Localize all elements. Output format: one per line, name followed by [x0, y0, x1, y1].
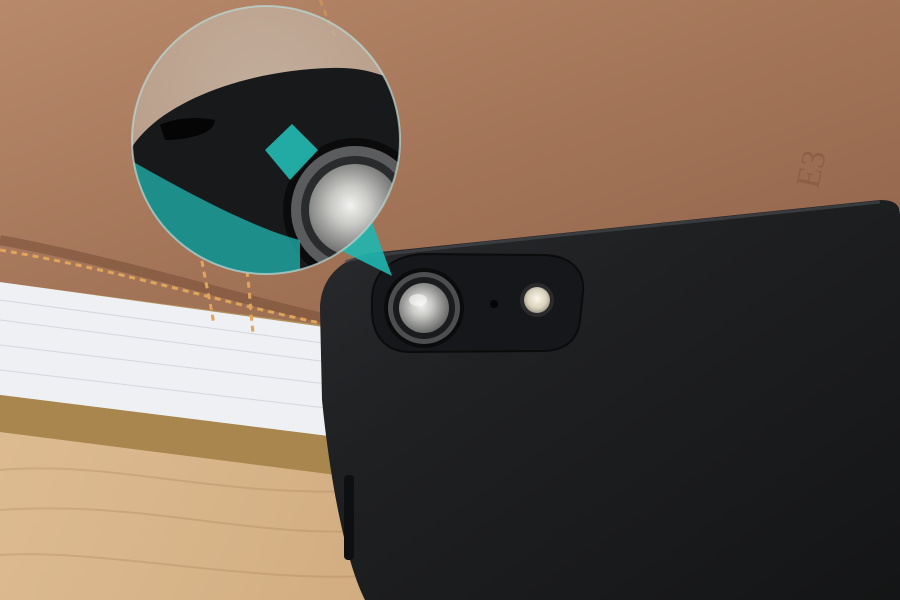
lens-reflection [409, 294, 427, 306]
lens-icon [399, 283, 449, 333]
embossed-mark: E3 [790, 147, 834, 192]
flash-led-icon [524, 287, 550, 313]
photo-canvas: E3 [0, 0, 900, 600]
side-button [344, 475, 354, 560]
product-photo: E3 [0, 0, 900, 600]
microphone-hole-icon [490, 300, 498, 308]
